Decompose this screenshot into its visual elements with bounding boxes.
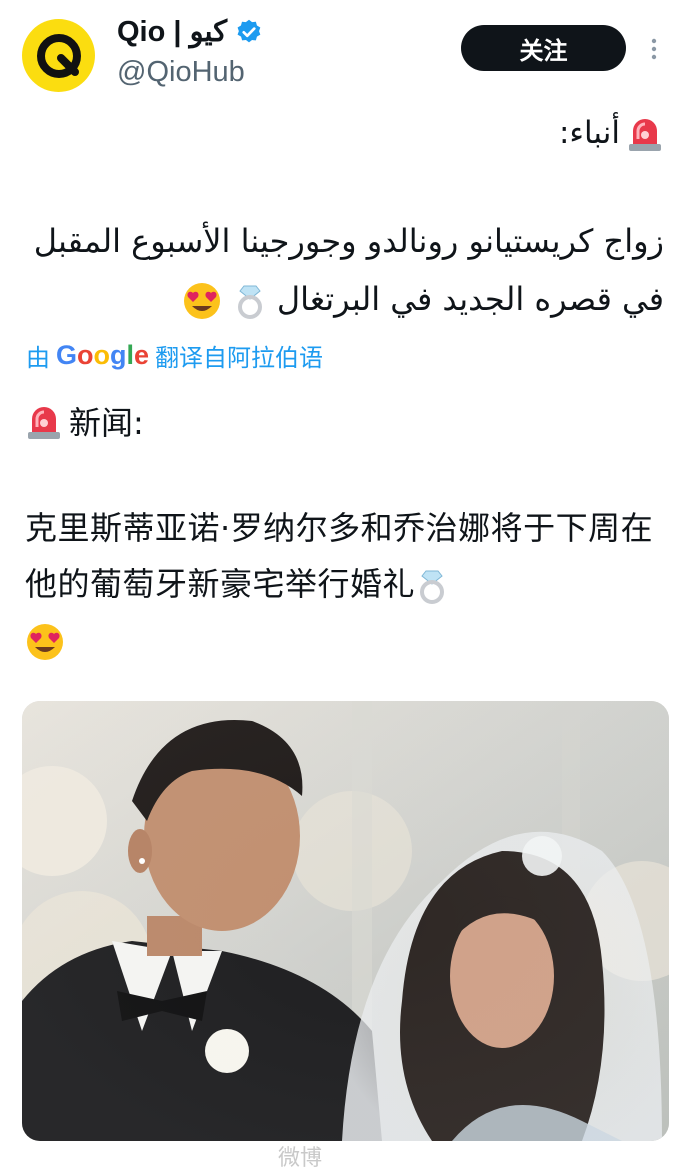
rotating-light-icon (28, 407, 60, 439)
arabic-body-text: زواج كريستيانو رونالدو وجورجينا الأسبوع … (33, 222, 664, 318)
ring-icon (237, 285, 262, 319)
follow-button[interactable]: 关注 (461, 25, 626, 71)
more-options-icon[interactable] (650, 38, 658, 60)
weibo-watermark: 微博 (278, 1146, 323, 1171)
heart-eyes-icon (27, 624, 63, 660)
translate-prefix: 由 (26, 344, 50, 372)
heart-eyes-icon (184, 283, 221, 319)
ring-icon (420, 570, 445, 604)
chinese-body-text: 克里斯蒂亚诺·罗纳尔多和乔治娜将于下周在他的葡萄牙新豪宅举行婚礼 (25, 509, 654, 603)
tweet-photo[interactable] (22, 701, 669, 1141)
arabic-heading-text: أنباء: (558, 115, 620, 151)
display-name-text: Qio | كيو (117, 16, 228, 48)
rotating-light-icon (629, 119, 661, 151)
wedding-photo (22, 701, 669, 1141)
display-name[interactable]: Qio | كيو (117, 14, 263, 49)
verified-badge-icon (237, 19, 261, 42)
avatar[interactable] (22, 19, 95, 92)
translate-suffix: 翻译自阿拉伯语 (155, 344, 324, 372)
arabic-heading: أنباء: (559, 113, 664, 153)
arabic-body: زواج كريستيانو رونالدو وجورجينا الأسبوع … (30, 212, 664, 328)
google-brand: Google (56, 340, 150, 370)
user-handle[interactable]: @QioHub (117, 56, 245, 89)
chinese-heading-text: 新闻: (69, 404, 144, 442)
translation-note[interactable]: 由 Google 翻译自阿拉伯语 (26, 338, 323, 373)
chinese-body: 克里斯蒂亚诺·罗纳尔多和乔治娜将于下周在他的葡萄牙新豪宅举行婚礼 (25, 500, 655, 668)
chinese-heading: 新闻: (25, 398, 144, 444)
qio-logo-icon (36, 33, 81, 78)
